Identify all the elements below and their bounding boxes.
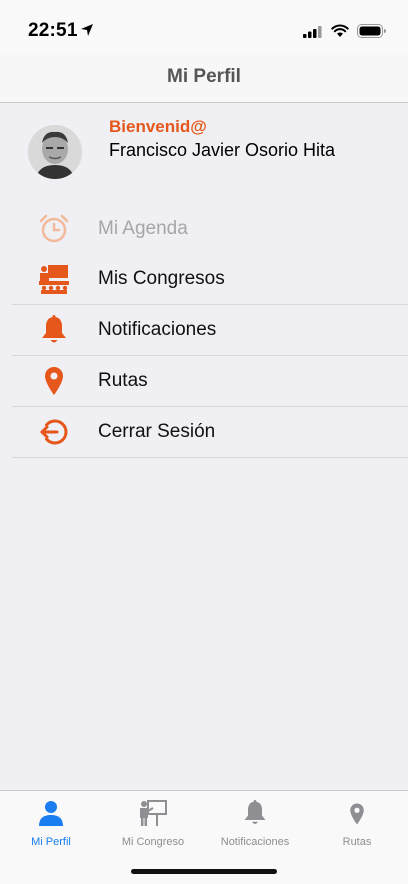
tab-notificaciones[interactable]: Notificaciones [204, 799, 306, 849]
menu-item-label: Mis Congresos [98, 268, 225, 289]
bell-icon [42, 315, 66, 343]
logout-icon [40, 419, 68, 445]
map-pin-icon [350, 803, 364, 825]
tab-label: Mi Congreso [121, 836, 185, 848]
menu-item-label: Rutas [98, 370, 148, 391]
presentation-icon [140, 800, 167, 826]
menu-item-rutas[interactable]: Rutas [12, 356, 408, 407]
signal-icon [303, 26, 322, 38]
menu-item-cerrar-sesion[interactable]: Cerrar Sesión [12, 407, 408, 458]
alarm-clock-icon [39, 214, 69, 243]
status-time: 22:51 [28, 20, 78, 41]
tab-rutas[interactable]: Rutas [306, 799, 408, 849]
menu-item-congresos[interactable]: Mis Congresos [12, 254, 408, 305]
avatar [28, 125, 82, 179]
menu-item-label: Mi Agenda [98, 218, 188, 239]
presentation-icon [39, 265, 69, 294]
tab-label: Rutas [342, 836, 372, 848]
person-icon [39, 801, 63, 826]
tab-label: Mi Perfil [31, 836, 71, 848]
menu-item-notificaciones[interactable]: Notificaciones [12, 305, 408, 356]
home-indicator [131, 869, 277, 874]
tab-mi-perfil[interactable]: Mi Perfil [0, 799, 102, 849]
tab-label: Notificaciones [220, 836, 290, 848]
page-title: Mi Perfil [167, 66, 241, 87]
location-arrow-icon [81, 24, 93, 36]
wifi-icon [331, 24, 349, 37]
profile-menu: Mi Agenda Mis Congresos Notificaciones R… [12, 204, 408, 458]
status-bar: 22:51 [0, 0, 408, 54]
menu-item-label: Cerrar Sesión [98, 421, 216, 442]
battery-icon [357, 24, 386, 38]
bell-icon [244, 799, 266, 824]
user-name: Francisco Javier Osorio Hita [109, 140, 336, 160]
menu-item-label: Notificaciones [98, 319, 217, 340]
map-pin-icon [45, 367, 63, 395]
profile-header: Bienvenid@ Francisco Javier Osorio Hita [0, 103, 408, 199]
tab-mi-congreso[interactable]: Mi Congreso [102, 799, 204, 849]
navigation-bar: Mi Perfil [0, 54, 408, 103]
greeting-text: Bienvenid@ [109, 117, 207, 136]
menu-item-agenda[interactable]: Mi Agenda [12, 204, 408, 254]
